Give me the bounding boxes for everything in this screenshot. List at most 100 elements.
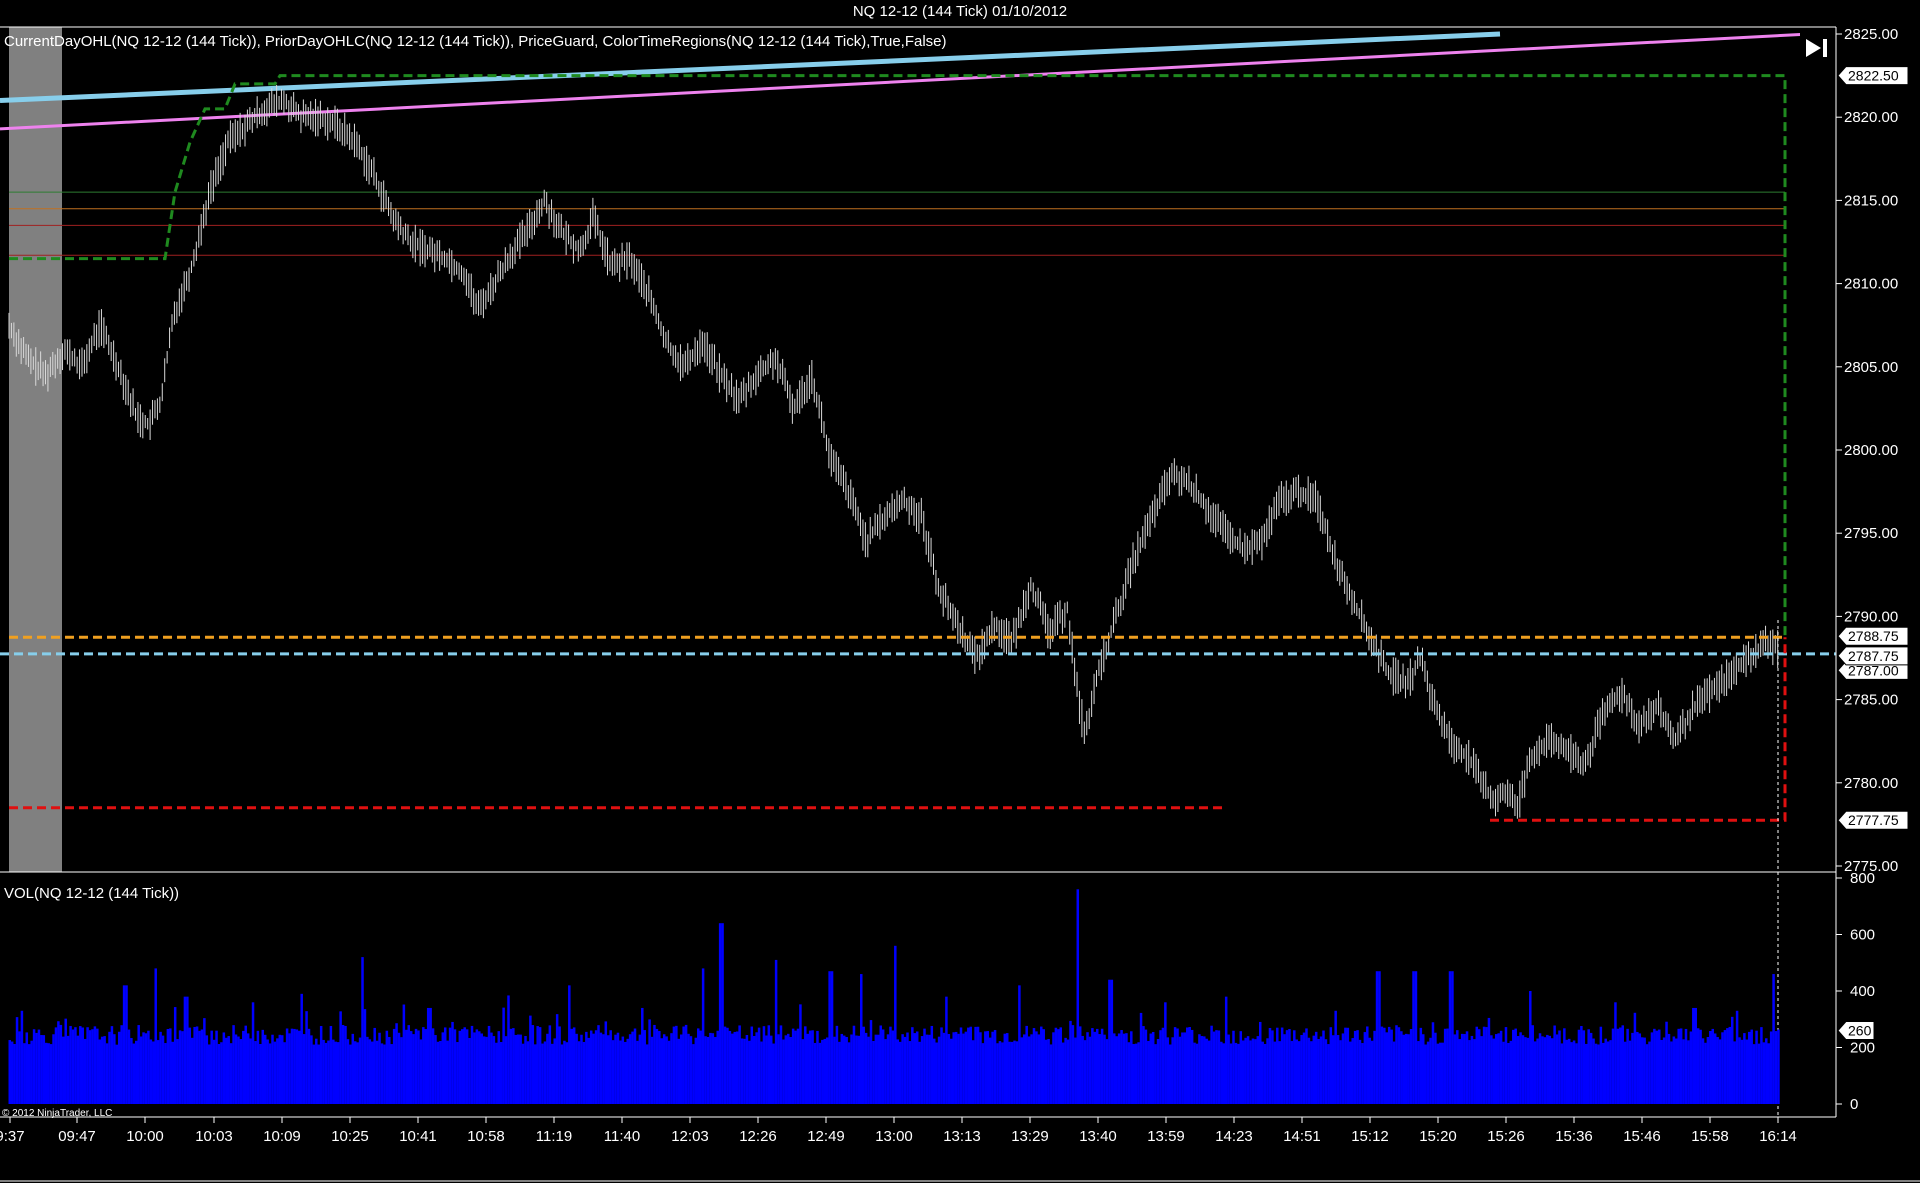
volume-bar [1027, 1036, 1031, 1104]
volume-bar [176, 1039, 179, 1104]
volume-bar [383, 1044, 386, 1104]
scroll-to-end-button[interactable] [1800, 32, 1830, 62]
volume-bar [1302, 1032, 1306, 1104]
volume-bar [760, 1041, 763, 1104]
volume-bar [225, 1037, 228, 1104]
volume-bar [346, 1039, 350, 1104]
volume-bar [295, 1029, 299, 1104]
time-tick-label: 10:00 [126, 1128, 164, 1145]
volume-bar [1190, 1029, 1194, 1104]
volume-bar [1200, 1036, 1204, 1104]
volume-bar [319, 1025, 323, 1104]
day-high-line[interactable] [9, 74, 1787, 638]
volume-bar [242, 1030, 245, 1104]
volume-bar [1424, 1044, 1427, 1104]
volume-bar [799, 1004, 802, 1104]
volume-bar [1113, 1033, 1116, 1104]
volume-bar [711, 1033, 715, 1104]
volume-bar [1687, 1040, 1690, 1104]
volume-bar [1760, 1027, 1763, 1104]
volume-bar [1091, 1028, 1094, 1104]
volume-bar [1657, 1029, 1661, 1104]
volume-bar [441, 1032, 445, 1104]
volume-bar [930, 1025, 934, 1104]
volume-bar [765, 1035, 768, 1104]
volume-bar [1076, 889, 1080, 1104]
volume-bar [166, 1028, 170, 1104]
volume-bar [1188, 1027, 1191, 1104]
volume-bar [1477, 1029, 1481, 1104]
volume-bar [400, 1037, 403, 1104]
volume-bar [1049, 1044, 1053, 1104]
volume-bar [1614, 1002, 1617, 1104]
volume-bar [1546, 1034, 1549, 1104]
volume-bar [149, 1039, 153, 1104]
volume-bar [1667, 1033, 1671, 1104]
volume-bar [599, 1032, 603, 1104]
volume-bar [1448, 971, 1452, 1104]
volume-bar [480, 1033, 483, 1104]
volume-bar [1485, 1027, 1488, 1104]
volume-bar [91, 1029, 94, 1104]
time-tick-label: 11:40 [604, 1128, 640, 1145]
volume-bar [864, 1032, 868, 1104]
chart-canvas[interactable]: 2825.00 2820.00 2815.00 2810.00 2805.00 2800.… [0, 0, 1920, 1183]
volume-bar [317, 1044, 320, 1104]
volume-bar [98, 1039, 102, 1104]
volume-bar [1597, 1044, 1600, 1104]
volume-panel[interactable] [8, 889, 1780, 1104]
volume-bar [1748, 1031, 1751, 1104]
volume-bar [818, 1042, 822, 1104]
volume-tick-label: 400 [1850, 983, 1875, 1000]
volume-bar [1100, 1028, 1104, 1104]
volume-bar [682, 1026, 685, 1104]
volume-bar [137, 1025, 140, 1104]
volume-bar [565, 1042, 569, 1104]
volume-bar [923, 1028, 926, 1104]
price-tick-label: 2815.00 [1844, 192, 1898, 209]
volume-bar [1351, 1038, 1354, 1104]
volume-bar [845, 1036, 848, 1104]
volume-bar [901, 1034, 904, 1104]
volume-bar [237, 1036, 240, 1104]
volume-bar [1662, 1037, 1666, 1104]
volume-bar [1475, 1026, 1479, 1104]
volume-bar [877, 1034, 880, 1104]
volume-bar [650, 1036, 654, 1104]
volume-bar [1750, 1029, 1753, 1104]
volume-bar [962, 1033, 965, 1104]
volume-bar [1266, 1038, 1269, 1104]
volume-bar [1458, 1039, 1461, 1104]
volume-bar [840, 1033, 844, 1104]
volume-bar [891, 1030, 895, 1104]
volume-bar [801, 1039, 805, 1104]
volume-bar [492, 1036, 496, 1104]
volume-bar [706, 1036, 710, 1104]
volume-bar [1010, 1041, 1014, 1104]
volume-bar [636, 1040, 639, 1104]
volume-bar [1577, 1029, 1581, 1104]
volume-bar [1161, 1027, 1165, 1104]
volume-bar [1139, 1012, 1143, 1104]
volume-bar [697, 1028, 700, 1104]
volume-bar [20, 1010, 24, 1104]
volume-bar [1297, 1041, 1301, 1104]
volume-bar [249, 1038, 252, 1104]
volume-bar [1088, 1036, 1092, 1104]
volume-bar [1640, 1037, 1644, 1104]
volume-bar [976, 1026, 980, 1104]
volume-bar [37, 1029, 41, 1104]
marker-volume: 260 [1837, 1021, 1875, 1041]
volume-bar [1555, 1034, 1559, 1104]
volume-bar [1329, 1027, 1333, 1104]
volume-bar [222, 1032, 226, 1104]
volume-bar [144, 1033, 148, 1104]
volume-bar [482, 1036, 486, 1104]
volume-bar [127, 1029, 131, 1104]
volume-bar [329, 1025, 333, 1104]
volume-bar [125, 985, 128, 1104]
volume-bar [1098, 1034, 1101, 1104]
volume-bar [1718, 1039, 1722, 1104]
volume-bar [857, 1035, 861, 1104]
price-panel[interactable] [0, 31, 1836, 1117]
